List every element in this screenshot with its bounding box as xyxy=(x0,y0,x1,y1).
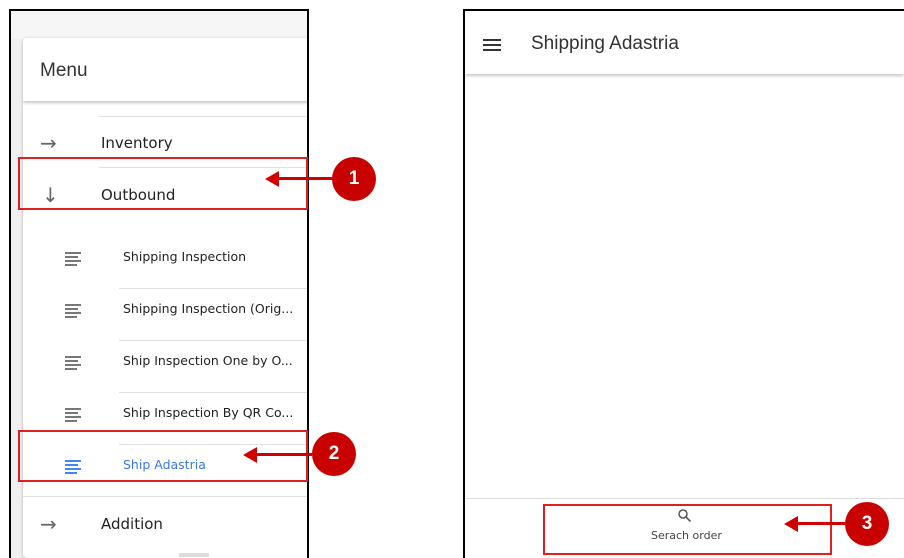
app-screenshot-panel: Shipping Adastria Serach order xyxy=(463,9,904,558)
hamburger-icon[interactable] xyxy=(483,39,501,51)
list-icon xyxy=(65,304,81,318)
submenu-item-label: Ship Inspection One by O... xyxy=(123,353,293,368)
arrow-right-icon: → xyxy=(40,131,57,155)
app-title: Shipping Adastria xyxy=(531,33,679,54)
submenu-item-label: Shipping Inspection (Orig... xyxy=(123,301,294,316)
arrow-right-icon: → xyxy=(40,512,57,536)
divider xyxy=(99,116,307,117)
list-icon xyxy=(65,252,81,266)
app-header: Shipping Adastria xyxy=(465,11,904,74)
menu-item-label: Inventory xyxy=(101,134,173,152)
list-icon xyxy=(65,356,81,370)
callout-arrow-head xyxy=(243,447,257,463)
menu-item-label: Addition xyxy=(101,515,163,533)
divider xyxy=(119,392,307,393)
submenu-item-label: Shipping Inspection xyxy=(123,249,247,264)
callout-arrow-line xyxy=(256,453,312,456)
callout-badge-2: 2 xyxy=(312,432,356,476)
list-icon xyxy=(65,408,81,422)
status-strip xyxy=(11,11,307,39)
callout-arrow-line xyxy=(797,522,845,525)
menu-title: Menu xyxy=(40,60,88,81)
divider xyxy=(119,288,307,289)
callout-arrow-head xyxy=(784,516,798,532)
callout-arrow-line xyxy=(278,177,332,180)
divider xyxy=(119,340,307,341)
callout-badge-3: 3 xyxy=(845,502,889,546)
submenu-item-label: Ship Inspection By QR Co... xyxy=(123,405,294,420)
callout-arrow-head xyxy=(265,171,279,187)
menu-header: Menu xyxy=(23,38,307,101)
scroll-indicator xyxy=(179,553,209,557)
callout-badge-1: 1 xyxy=(332,157,376,201)
divider xyxy=(23,496,307,497)
callout-box-ship-adastria xyxy=(18,430,308,482)
